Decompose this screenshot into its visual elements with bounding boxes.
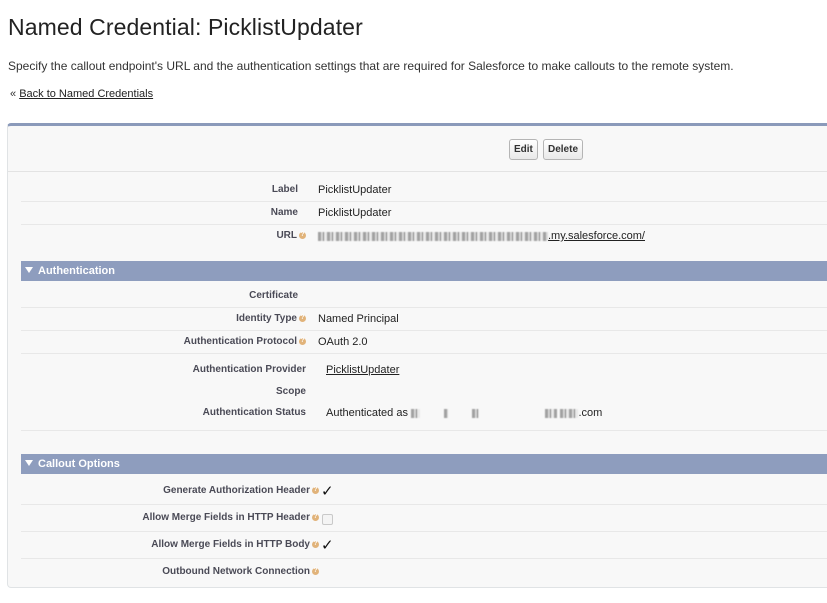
name-row: Name PicklistUpdater (21, 202, 827, 225)
label-row: Label PicklistUpdater (21, 179, 827, 202)
auth-provider-link[interactable]: PicklistUpdater (326, 364, 399, 376)
triangle-down-icon (25, 460, 33, 466)
authentication-section-header[interactable]: Authentication (21, 261, 827, 281)
url-field-label: URL? (276, 230, 306, 241)
button-row: Edit Delete (8, 126, 827, 172)
help-icon[interactable]: ? (312, 513, 319, 521)
callout-options-section-title: Callout Options (38, 458, 120, 470)
merge-body-row: Allow Merge Fields in HTTP Body? ✓ (21, 532, 827, 559)
url-row: URL? .my.salesforce.com/ (21, 225, 827, 248)
breadcrumb: « Back to Named Credentials (10, 88, 153, 100)
label-field-value: PicklistUpdater (318, 184, 392, 196)
protocol-row: Authentication Protocol? OAuth 2.0 (21, 331, 827, 354)
name-field-label: Name (270, 207, 298, 218)
delete-button[interactable]: Delete (543, 139, 584, 160)
generate-auth-header-label: Generate Authorization Header? (163, 485, 319, 496)
merge-body-label-text: Allow Merge Fields in HTTP Body (151, 539, 310, 550)
help-icon[interactable]: ? (312, 567, 319, 575)
outbound-network-label-text: Outbound Network Connection (162, 566, 310, 577)
url-suffix: .my.salesforce.com/ (548, 230, 645, 242)
page-description: Specify the callout endpoint's URL and t… (8, 59, 734, 73)
merge-header-label-text: Allow Merge Fields in HTTP Header (142, 512, 310, 523)
oauth-details-block: Authentication Provider PicklistUpdater … (21, 354, 827, 431)
redacted-email-part (444, 408, 449, 418)
outbound-network-label: Outbound Network Connection? (162, 566, 319, 577)
help-icon[interactable]: ? (299, 337, 306, 345)
status-value: Authenticated as .com (326, 407, 602, 419)
identity-type-value: Named Principal (318, 313, 399, 325)
merge-header-checkbox[interactable] (322, 514, 333, 525)
protocol-label: Authentication Protocol? (184, 336, 306, 347)
triangle-down-icon (25, 267, 33, 273)
url-label-text: URL (276, 230, 297, 241)
certificate-label: Certificate (249, 290, 298, 301)
redacted-url (318, 231, 548, 241)
label-field-label: Label (271, 184, 298, 195)
authentication-section-title: Authentication (38, 265, 115, 277)
identity-type-row: Identity Type? Named Principal (21, 308, 827, 331)
protocol-label-text: Authentication Protocol (183, 336, 297, 347)
provider-label: Authentication Provider (192, 364, 306, 375)
help-icon[interactable]: ? (299, 314, 306, 322)
redacted-email-part (472, 408, 480, 418)
back-to-named-credentials-link[interactable]: Back to Named Credentials (19, 88, 153, 100)
page-title: Named Credential: PicklistUpdater (8, 14, 363, 40)
merge-body-checkbox[interactable]: ✓ (321, 536, 334, 554)
merge-header-row: Allow Merge Fields in HTTP Header? (21, 505, 827, 532)
merge-header-label: Allow Merge Fields in HTTP Header? (142, 512, 319, 523)
status-prefix: Authenticated as (326, 407, 408, 419)
identity-type-label: Identity Type? (236, 313, 306, 324)
detail-panel: Edit Delete Label PicklistUpdater Name P… (7, 123, 827, 588)
certificate-row: Certificate (21, 285, 827, 308)
name-field-value: PicklistUpdater (318, 207, 392, 219)
generate-auth-header-row: Generate Authorization Header? ✓ (21, 478, 827, 505)
redacted-email-part (411, 408, 421, 418)
help-icon[interactable]: ? (299, 231, 306, 239)
merge-body-label: Allow Merge Fields in HTTP Body? (151, 539, 319, 550)
redacted-email-part (560, 408, 579, 418)
provider-value: PicklistUpdater (326, 364, 399, 376)
protocol-value: OAuth 2.0 (318, 336, 368, 348)
help-icon[interactable]: ? (312, 540, 319, 548)
status-suffix: .com (578, 407, 603, 419)
help-icon[interactable]: ? (312, 486, 319, 494)
outbound-network-row: Outbound Network Connection? (21, 559, 827, 586)
identity-type-label-text: Identity Type (236, 313, 297, 324)
edit-button[interactable]: Edit (509, 139, 538, 160)
scope-label: Scope (275, 386, 306, 397)
status-label: Authentication Status (202, 407, 306, 418)
callout-options-section-header[interactable]: Callout Options (21, 454, 827, 474)
generate-auth-header-label-text: Generate Authorization Header (163, 485, 310, 496)
url-field-value[interactable]: .my.salesforce.com/ (318, 230, 645, 242)
generate-auth-header-checkbox[interactable]: ✓ (321, 482, 334, 500)
back-prefix: « (10, 88, 17, 100)
redacted-email-part (545, 408, 558, 418)
